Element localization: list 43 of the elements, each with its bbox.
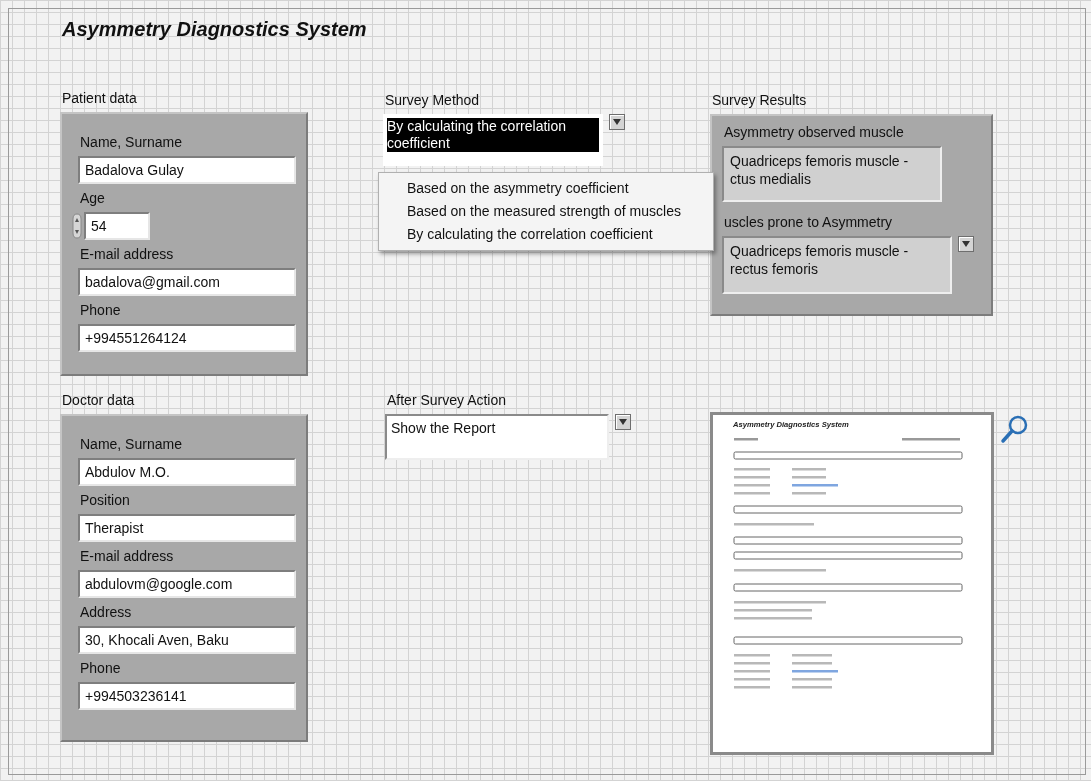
action-field[interactable]: Show the Report <box>385 414 609 460</box>
field-label: Phone <box>80 302 122 318</box>
field-label: E-mail address <box>80 548 175 564</box>
method-listbox[interactable]: By calculating the correlation coefficient <box>383 114 603 166</box>
field-label: uscles prone to Asymmetry <box>724 214 894 230</box>
field-label: E-mail address <box>80 246 175 262</box>
field-label: Position <box>80 492 131 508</box>
caret-icon <box>962 241 970 247</box>
dropdown-button[interactable] <box>609 114 625 130</box>
text-field[interactable]: 30, Khocali Aven, Baku <box>78 626 296 654</box>
field-label: Asymmetry observed muscle <box>724 124 905 140</box>
field-label: Name, Surname <box>80 436 183 452</box>
field-label: Address <box>80 604 133 620</box>
field-label: Name, Surname <box>80 134 183 150</box>
dropdown-button[interactable] <box>615 414 631 430</box>
text-field[interactable]: Badalova Gulay <box>78 156 296 184</box>
menu-item[interactable]: Based on the asymmetry coefficient <box>379 177 713 200</box>
selected-method: By calculating the correlation coefficient <box>387 118 599 152</box>
field-label: Phone <box>80 660 122 676</box>
result-field[interactable]: Quadriceps femoris muscle - rectus femoris <box>722 236 952 294</box>
dropdown-button[interactable] <box>958 236 974 252</box>
numeric-field[interactable]: 54 <box>84 212 150 240</box>
group-label: After Survey Action <box>387 392 508 408</box>
result-text: Quadriceps femoris muscle - <box>730 152 910 170</box>
field-label: Age <box>80 190 106 206</box>
group-label: Patient data <box>62 90 138 106</box>
text-field[interactable]: +994503236141 <box>78 682 296 710</box>
app-title: Asymmetry Diagnostics System <box>62 18 367 41</box>
caret-icon <box>613 119 621 125</box>
group-label: Doctor data <box>62 392 136 408</box>
text-field[interactable]: +994551264124 <box>78 324 296 352</box>
text-field[interactable]: badalova@gmail.com <box>78 268 296 296</box>
group-label: Survey Results <box>712 92 808 108</box>
search-icon[interactable] <box>1000 414 1030 444</box>
spinner-icon[interactable] <box>72 213 82 239</box>
text-field[interactable]: Therapist <box>78 514 296 542</box>
menu-item[interactable]: Based on the measured strength of muscles <box>379 200 713 223</box>
text-field[interactable]: Abdulov M.O. <box>78 458 296 486</box>
group-label: Survey Method <box>385 92 481 108</box>
menu-item[interactable]: By calculating the correlation coefficient <box>379 223 713 246</box>
text-field[interactable]: abdulovm@google.com <box>78 570 296 598</box>
result-text: ctus medialis <box>730 170 812 188</box>
caret-icon <box>619 419 627 425</box>
